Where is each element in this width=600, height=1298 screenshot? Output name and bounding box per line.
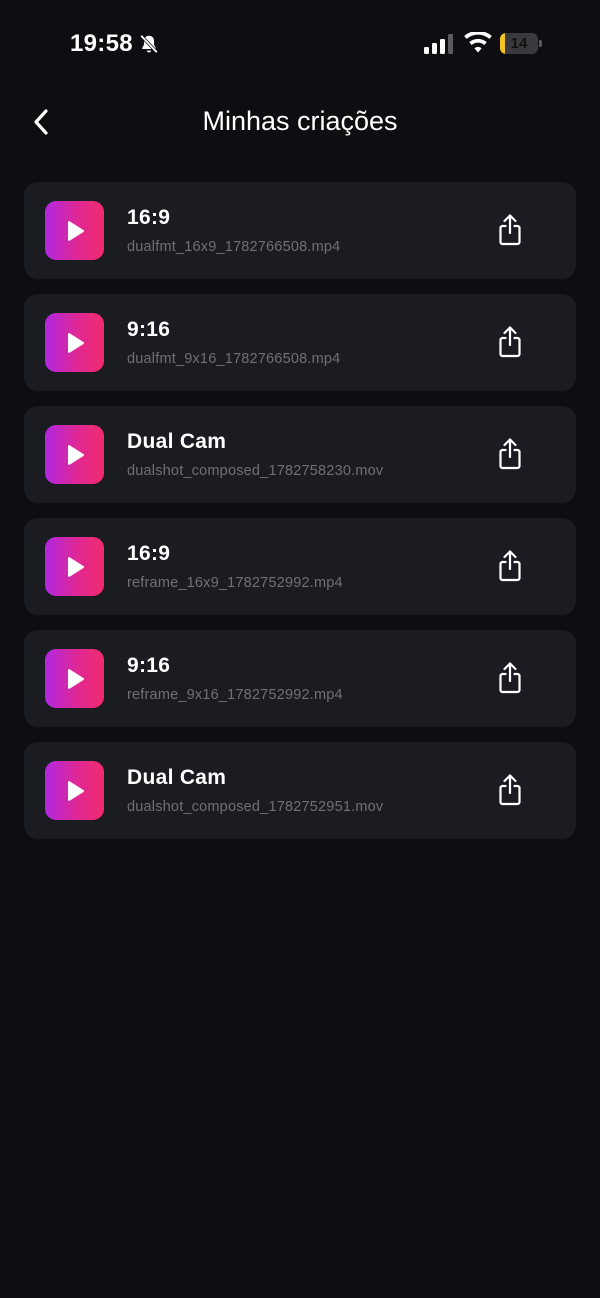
wifi-icon	[464, 32, 492, 53]
play-icon	[67, 220, 84, 241]
creation-title: Dual Cam	[127, 430, 227, 453]
share-button[interactable]	[490, 770, 530, 810]
creation-item[interactable]: 16:9 dualfmt_16x9_1782766508.mp4	[24, 182, 576, 279]
share-button[interactable]	[490, 210, 530, 250]
creation-title: Dual Cam	[127, 766, 227, 789]
share-icon	[499, 550, 521, 582]
battery-indicator: 14	[500, 33, 542, 54]
share-button[interactable]	[490, 322, 530, 362]
creation-title: 9:16	[127, 318, 171, 341]
play-icon	[67, 780, 84, 801]
creation-title: 16:9	[127, 542, 171, 565]
bell-muted-icon	[140, 34, 158, 54]
video-thumbnail[interactable]	[45, 313, 104, 372]
share-icon	[499, 662, 521, 694]
creation-item[interactable]: 9:16 dualfmt_9x16_1782766508.mp4	[24, 294, 576, 391]
creation-title: 16:9	[127, 206, 171, 229]
my-creations-screen: 19:58 14 Minhas criações 16:9 dualfmt_16…	[0, 0, 600, 1298]
share-icon	[499, 214, 521, 246]
creation-filename: reframe_16x9_1782752992.mp4	[127, 575, 343, 591]
creation-filename: dualfmt_9x16_1782766508.mp4	[127, 351, 341, 367]
play-icon	[67, 668, 84, 689]
creation-filename: dualfmt_16x9_1782766508.mp4	[127, 239, 341, 255]
play-icon	[67, 556, 84, 577]
page-title: Minhas criações	[202, 106, 398, 136]
cellular-signal-icon	[424, 34, 453, 54]
battery-level: 14	[510, 35, 528, 52]
play-icon	[67, 332, 84, 353]
creation-item[interactable]: Dual Cam dualshot_composed_1782752951.mo…	[24, 742, 576, 839]
status-time: 19:58	[70, 30, 133, 57]
battery-body: 14	[500, 33, 538, 54]
creation-filename: dualshot_composed_1782752951.mov	[127, 799, 384, 815]
share-icon	[499, 438, 521, 470]
creation-item[interactable]: 9:16 reframe_9x16_1782752992.mp4	[24, 630, 576, 727]
status-bar: 19:58 14	[0, 0, 600, 90]
video-thumbnail[interactable]	[45, 201, 104, 260]
creation-item[interactable]: 16:9 reframe_16x9_1782752992.mp4	[24, 518, 576, 615]
video-thumbnail[interactable]	[45, 537, 104, 596]
video-thumbnail[interactable]	[45, 649, 104, 708]
video-thumbnail[interactable]	[45, 761, 104, 820]
share-button[interactable]	[490, 434, 530, 474]
play-icon	[67, 444, 84, 465]
navigation-header: Minhas criações	[0, 90, 600, 160]
share-button[interactable]	[490, 546, 530, 586]
creation-item[interactable]: Dual Cam dualshot_composed_1782758230.mo…	[24, 406, 576, 503]
battery-cap	[539, 40, 542, 47]
creation-filename: reframe_9x16_1782752992.mp4	[127, 687, 343, 703]
creations-list: 16:9 dualfmt_16x9_1782766508.mp4 9:16 du…	[24, 182, 576, 839]
share-icon	[499, 774, 521, 806]
creation-title: 9:16	[127, 654, 171, 677]
share-button[interactable]	[490, 658, 530, 698]
share-icon	[499, 326, 521, 358]
video-thumbnail[interactable]	[45, 425, 104, 484]
creation-filename: dualshot_composed_1782758230.mov	[127, 463, 384, 479]
